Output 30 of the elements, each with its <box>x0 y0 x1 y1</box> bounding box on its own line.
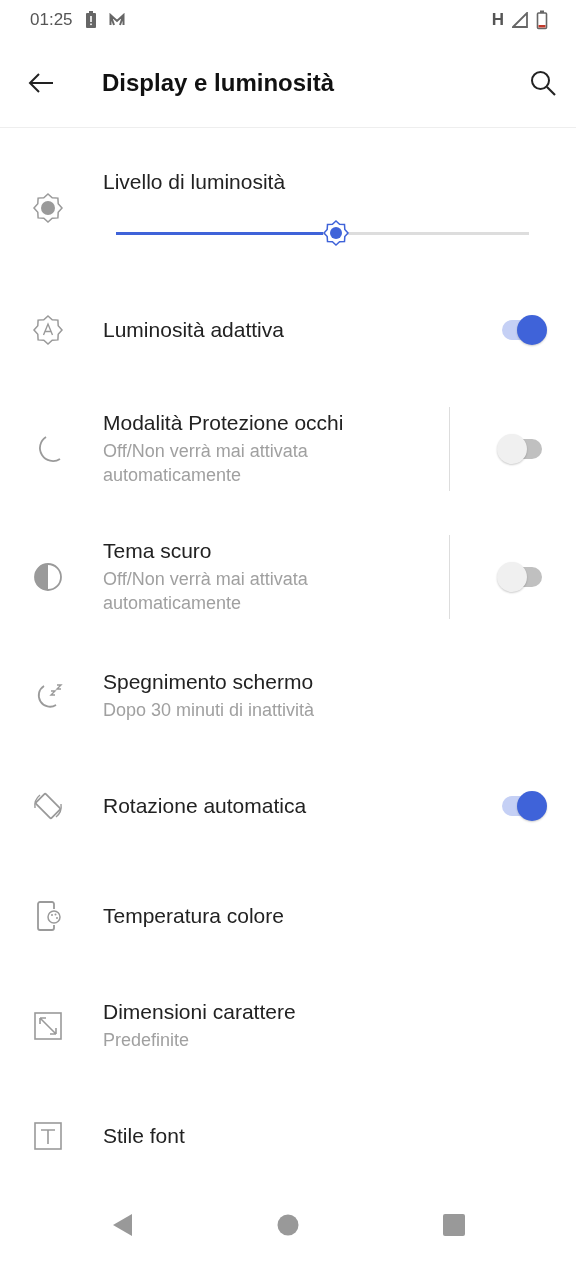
slider-thumb[interactable] <box>322 220 349 247</box>
resize-icon <box>32 1009 64 1042</box>
text-style-icon <box>32 1119 64 1152</box>
setting-title: Rotazione automatica <box>103 793 308 818</box>
auto-brightness-icon <box>32 313 64 346</box>
signal-icon <box>512 11 528 28</box>
setting-title: Luminosità adattiva <box>103 317 285 342</box>
setting-subtitle: Dopo 30 minuti di inattività <box>103 698 316 722</box>
setting-title: Stile font <box>103 1123 186 1148</box>
search-icon[interactable] <box>530 70 556 97</box>
network-type: H <box>491 9 504 30</box>
recents-nav-icon[interactable] <box>442 1213 466 1238</box>
setting-title: Livello di luminosità <box>103 170 287 195</box>
setting-title: Tema scuro <box>103 538 213 563</box>
setting-title: Temperatura colore <box>103 903 285 928</box>
battery-alert-icon <box>84 10 97 29</box>
battery-icon <box>536 9 548 30</box>
back-arrow-icon[interactable] <box>28 73 54 94</box>
setting-title: Dimensioni carattere <box>103 999 297 1024</box>
home-nav-icon[interactable] <box>276 1213 300 1238</box>
setting-title: Modalità Protezione occhi <box>103 410 345 435</box>
page-title: Display e luminosità <box>102 69 336 98</box>
mail-icon <box>108 12 125 27</box>
setting-subtitle: Off/Non verrà mai attivata automaticamente <box>103 567 309 615</box>
setting-subtitle: Off/Non verrà mai attivata automaticamente <box>103 439 309 487</box>
contrast-icon <box>32 560 64 593</box>
clock-time: 01:25 <box>30 9 73 30</box>
brightness-icon <box>32 192 64 225</box>
setting-subtitle: Predefinite <box>103 1028 191 1052</box>
setting-title: Spegnimento schermo <box>103 669 315 694</box>
